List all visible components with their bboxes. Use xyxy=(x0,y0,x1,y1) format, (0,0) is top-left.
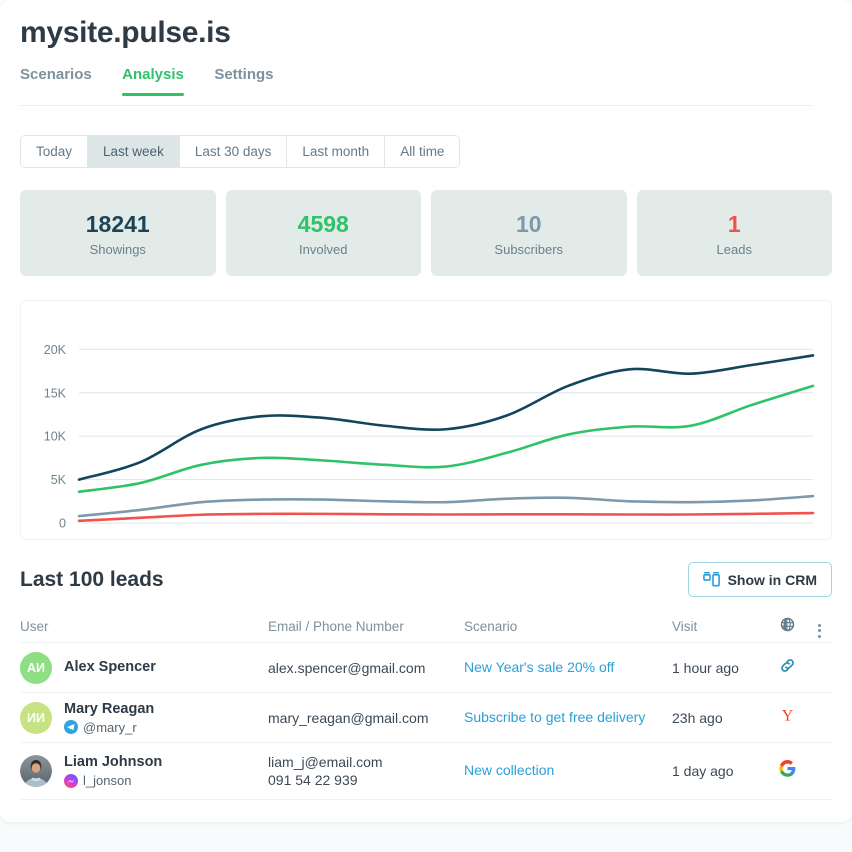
leads-title: Last 100 leads xyxy=(20,568,164,591)
contact-phone: 091 54 22 939 xyxy=(268,772,358,788)
user-handle-text: l_jonson xyxy=(83,773,132,788)
contact-email: liam_j@email.com xyxy=(268,754,383,770)
analytics-dashboard: mysite.pulse.is Scenarios Analysis Setti… xyxy=(0,0,852,852)
telegram-icon xyxy=(64,720,78,734)
scenario-link[interactable]: New collection xyxy=(464,762,554,778)
contact-email: mary_reagan@gmail.com xyxy=(268,709,429,726)
cell-contact: liam_j@email.com 091 54 22 939 xyxy=(268,753,464,789)
stat-value-subscribers: 10 xyxy=(515,210,542,237)
leads-table-header: User Email / Phone Number Scenario Visit xyxy=(20,610,832,642)
y-axis-tick-label: 15K xyxy=(44,386,67,400)
tab-analysis[interactable]: Analysis xyxy=(122,66,184,96)
y-axis-tick-label: 5K xyxy=(51,473,67,487)
column-header-source[interactable] xyxy=(768,617,806,635)
stat-value-leads: 1 xyxy=(727,210,741,237)
stat-label-involved: Involved xyxy=(299,241,348,257)
yandex-icon: Y xyxy=(781,708,793,725)
stat-label-subscribers: Subscribers xyxy=(494,241,564,257)
kebab-menu-icon[interactable] xyxy=(817,623,821,638)
leads-header: Last 100 leads Show in CRM xyxy=(20,562,832,599)
tab-bar: Scenarios Analysis Settings xyxy=(20,66,812,106)
cell-source xyxy=(768,760,806,782)
avatar: АИ xyxy=(20,651,52,684)
y-axis-tick-label: 0 xyxy=(59,517,66,531)
table-row[interactable]: АИ Alex Spencer alex.spencer@gmail.com N… xyxy=(20,642,832,692)
cell-scenario: Subscribe to get free delivery xyxy=(464,709,672,727)
y-axis-tick-label: 10K xyxy=(44,430,67,444)
range-option-last-month[interactable]: Last month xyxy=(287,136,386,167)
user-handle-text: @mary_r xyxy=(83,719,137,735)
scenario-link[interactable]: New Year's sale 20% off xyxy=(464,659,614,675)
page-card: mysite.pulse.is Scenarios Analysis Setti… xyxy=(0,0,852,822)
cell-contact: mary_reagan@gmail.com xyxy=(268,709,464,727)
date-range-filter: Today Last week Last 30 days Last month … xyxy=(20,135,461,168)
user-name: Alex Spencer xyxy=(64,659,156,675)
stat-label-leads: Leads xyxy=(716,241,752,257)
table-row[interactable]: Liam Johnson l_jonson liam_j@email.com 0… xyxy=(20,742,832,800)
range-option-all-time[interactable]: All time xyxy=(385,136,460,167)
stat-label-showings: Showings xyxy=(89,241,146,257)
stat-card-subscribers[interactable]: 10 Subscribers xyxy=(431,190,627,276)
crm-grid-icon xyxy=(702,571,720,587)
cell-source xyxy=(768,657,806,679)
leads-table: User Email / Phone Number Scenario Visit xyxy=(20,610,832,800)
chart-line-showings xyxy=(77,354,815,481)
contact-email: alex.spencer@gmail.com xyxy=(268,659,426,676)
cell-source: Y xyxy=(768,706,806,729)
column-header-visit: Visit xyxy=(672,618,698,634)
cell-scenario: New Year's sale 20% off xyxy=(464,659,672,677)
tab-settings[interactable]: Settings xyxy=(214,66,273,95)
user-handle: l_jonson xyxy=(64,773,162,788)
stat-value-showings: 18241 xyxy=(85,210,150,237)
cell-scenario: New collection xyxy=(464,762,672,780)
cell-visit: 23h ago xyxy=(672,709,723,726)
avatar-initials: ИИ xyxy=(27,710,45,725)
column-header-email: Email / Phone Number xyxy=(268,618,404,634)
range-option-last-week[interactable]: Last week xyxy=(88,136,180,167)
traffic-chart: 0 5K 10K 15K 20K xyxy=(20,300,832,540)
stat-value-involved: 4598 xyxy=(297,210,349,237)
tab-scenarios[interactable]: Scenarios xyxy=(20,66,92,95)
show-in-crm-button[interactable]: Show in CRM xyxy=(687,562,832,597)
stat-cards: 18241 Showings 4598 Involved 10 Subscrib… xyxy=(20,190,832,276)
stat-card-involved[interactable]: 4598 Involved xyxy=(225,190,421,276)
cell-user: ИИ Mary Reagan @mary_r xyxy=(20,701,268,735)
google-icon xyxy=(778,760,795,777)
svg-text:Y: Y xyxy=(781,708,793,724)
user-name: Mary Reagan xyxy=(64,700,155,717)
chart-canvas: 0 5K 10K 15K 20K xyxy=(44,343,815,531)
stat-card-leads[interactable]: 1 Leads xyxy=(636,190,832,276)
avatar-photo xyxy=(20,755,52,787)
column-header-menu[interactable] xyxy=(806,615,832,638)
user-identity: Liam Johnson l_jonson xyxy=(64,754,162,788)
messenger-icon xyxy=(64,773,78,788)
column-header-scenario: Scenario xyxy=(464,618,518,634)
user-name: Liam Johnson xyxy=(64,754,163,770)
cell-visit: 1 hour ago xyxy=(672,659,739,676)
range-option-today[interactable]: Today xyxy=(21,136,89,167)
stat-card-showings[interactable]: 18241 Showings xyxy=(20,190,216,276)
scenario-link[interactable]: Subscribe to get free delivery xyxy=(464,709,645,725)
cell-user: Liam Johnson l_jonson xyxy=(20,754,268,788)
range-option-last-30-days[interactable]: Last 30 days xyxy=(179,136,288,167)
user-identity: Mary Reagan @mary_r xyxy=(64,701,154,735)
globe-icon xyxy=(780,617,794,632)
cell-user: АИ Alex Spencer xyxy=(20,651,268,684)
avatar xyxy=(20,755,52,787)
column-header-user: User xyxy=(20,618,49,634)
cell-visit: 1 day ago xyxy=(672,763,734,779)
avatar-initials: АИ xyxy=(26,660,45,675)
table-row[interactable]: ИИ Mary Reagan @mary_r mary_reagan@gmail… xyxy=(20,692,832,742)
cell-contact: alex.spencer@gmail.com xyxy=(268,659,464,677)
link-icon xyxy=(780,658,794,672)
avatar: ИИ xyxy=(20,701,52,734)
chart-line-subscribers xyxy=(77,494,815,518)
chart-line-leads xyxy=(77,511,815,523)
y-axis-tick-label: 20K xyxy=(44,343,67,357)
page-title: mysite.pulse.is xyxy=(20,16,231,49)
show-in-crm-label: Show in CRM xyxy=(727,571,817,588)
chart-line-involved xyxy=(77,384,815,494)
user-handle: @mary_r xyxy=(64,720,154,735)
user-identity: Alex Spencer xyxy=(64,659,156,676)
